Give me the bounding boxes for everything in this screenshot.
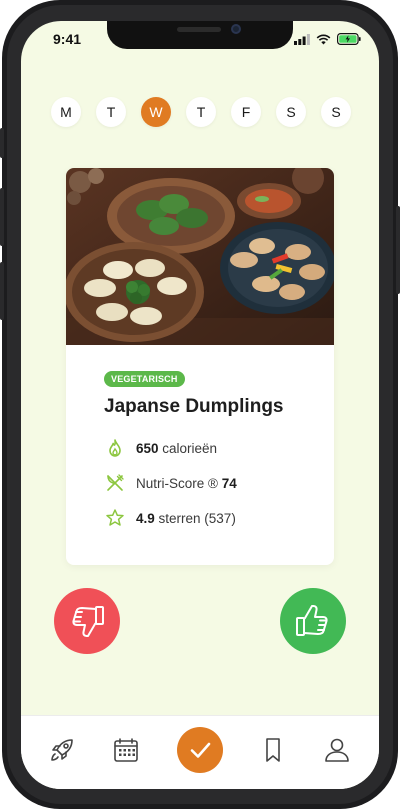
like-button[interactable] (280, 588, 346, 654)
calories-label: calorieën (158, 440, 218, 456)
tab-discover[interactable] (46, 734, 78, 766)
bottom-tab-bar (21, 715, 379, 789)
nutri-score-row: Nutri-Score ® 74 (104, 472, 237, 494)
vegetarian-badge: VEGETARISCH (104, 371, 185, 387)
day-wednesday[interactable]: W (141, 97, 171, 127)
dislike-button[interactable] (54, 588, 120, 654)
week-day-selector: M T W T F S S (51, 97, 351, 127)
battery-icon (337, 33, 361, 45)
notch (107, 21, 293, 49)
thumbs-down-icon (72, 606, 104, 637)
day-friday[interactable]: F (231, 97, 261, 127)
thumbs-up-icon (296, 605, 328, 636)
rating-value: 4.9 (136, 510, 155, 526)
calendar-icon (114, 738, 138, 762)
nutri-score-label: Nutri-Score ® (136, 475, 222, 491)
silent-switch (0, 128, 4, 158)
fork-knife-icon (104, 472, 126, 494)
day-thursday[interactable]: T (186, 97, 216, 127)
meal-card[interactable]: VEGETARISCH Japanse Dumplings 650 calori… (66, 168, 334, 565)
rocket-icon (51, 739, 73, 761)
status-icons (294, 33, 361, 45)
meal-title: Japanse Dumplings (104, 396, 284, 417)
star-icon (104, 507, 126, 529)
day-saturday[interactable]: S (276, 97, 306, 127)
bookmark-icon (266, 738, 280, 762)
rating-label: sterren (537) (154, 510, 236, 526)
volume-down-button (0, 262, 4, 320)
day-sunday[interactable]: S (321, 97, 351, 127)
cellular-signal-icon (294, 33, 310, 45)
profile-icon (325, 738, 349, 762)
nutri-score-value: 74 (221, 475, 237, 491)
tab-profile[interactable] (321, 734, 353, 766)
flame-icon (104, 437, 126, 459)
tab-calendar[interactable] (110, 734, 142, 766)
power-button (396, 206, 400, 294)
tab-saved[interactable] (257, 734, 289, 766)
front-camera (231, 24, 241, 34)
day-monday[interactable]: M (51, 97, 81, 127)
calories-value: 650 (136, 440, 159, 456)
app-screen: 9:41 M T W T F S S VEGETARISCH Japanse D… (21, 21, 379, 789)
check-icon (190, 742, 211, 758)
speaker (177, 27, 221, 32)
volume-up-button (0, 188, 4, 246)
rating-row: 4.9 sterren (537) (104, 507, 236, 529)
tab-today[interactable] (177, 727, 223, 773)
status-time: 9:41 (53, 31, 82, 47)
calories-row: 650 calorieën (104, 437, 217, 459)
day-tuesday[interactable]: T (96, 97, 126, 127)
wifi-icon (316, 33, 331, 44)
meal-photo (66, 168, 334, 345)
